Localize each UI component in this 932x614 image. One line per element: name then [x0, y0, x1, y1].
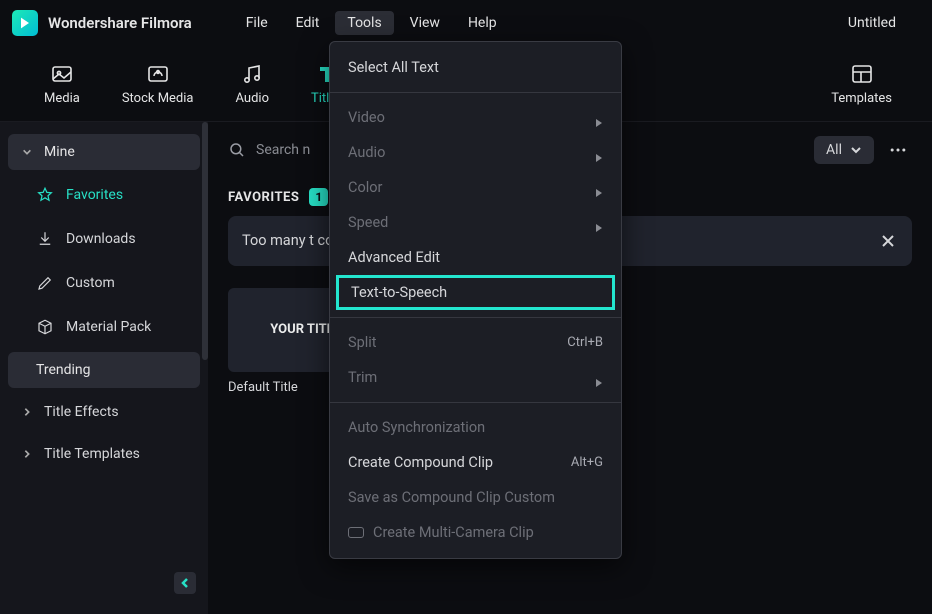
filmora-logo-icon	[17, 15, 33, 31]
sidebar-material-pack-label: Material Pack	[66, 319, 151, 335]
sidebar-title-effects-label: Title Effects	[44, 404, 119, 420]
collapse-sidebar-button[interactable]	[174, 572, 196, 594]
tab-audio[interactable]: Audio	[236, 62, 269, 106]
templates-icon	[850, 62, 874, 86]
menu-auto-sync-label: Auto Synchronization	[348, 419, 485, 436]
tools-dropdown: Select All Text Video Audio Color Speed …	[329, 41, 622, 559]
tab-media-label: Media	[44, 91, 80, 106]
menu-text-to-speech[interactable]: Text-to-Speech	[336, 275, 615, 310]
pencil-icon	[36, 274, 54, 292]
submenu-arrow-icon	[595, 114, 603, 122]
sidebar-custom-label: Custom	[66, 275, 115, 291]
more-horizontal-icon	[888, 140, 908, 160]
menu-text-to-speech-label: Text-to-Speech	[351, 284, 447, 301]
sidebar-item-custom[interactable]: Custom	[8, 264, 200, 302]
menu-separator	[330, 402, 621, 403]
sidebar-item-trending[interactable]: Trending	[8, 352, 200, 388]
media-icon	[50, 62, 74, 86]
menu-select-all-text-label: Select All Text	[348, 59, 439, 76]
sidebar-item-title-templates[interactable]: Title Templates	[8, 436, 200, 472]
audio-icon	[240, 62, 264, 86]
multicamera-icon	[348, 527, 364, 538]
chevron-down-icon	[22, 147, 32, 157]
search-icon	[228, 141, 246, 159]
sidebar-trending-label: Trending	[36, 362, 91, 378]
menu-auto-sync[interactable]: Auto Synchronization	[330, 410, 621, 445]
brand-name: Wondershare Filmora	[48, 14, 192, 32]
sidebar-item-title-effects[interactable]: Title Effects	[8, 394, 200, 430]
star-icon	[36, 186, 54, 204]
download-icon	[36, 230, 54, 248]
close-icon	[880, 233, 896, 249]
favorites-count-badge: 1	[309, 188, 328, 206]
menu-create-compound-shortcut: Alt+G	[571, 455, 603, 470]
menu-trim[interactable]: Trim	[330, 360, 621, 395]
sidebar-item-downloads[interactable]: Downloads	[8, 220, 200, 258]
app-logo	[12, 10, 38, 36]
sidebar-title-templates-label: Title Templates	[44, 446, 140, 462]
tip-close-button[interactable]	[878, 231, 898, 251]
submenu-arrow-icon	[595, 374, 603, 382]
sidebar-item-favorites[interactable]: Favorites	[8, 176, 200, 214]
chevron-right-icon	[22, 449, 32, 459]
submenu-arrow-icon	[595, 219, 603, 227]
sidebar-item-material-pack[interactable]: Material Pack	[8, 308, 200, 346]
menu-color[interactable]: Color	[330, 170, 621, 205]
menu-save-compound-label: Save as Compound Clip Custom	[348, 489, 555, 506]
tab-stock-media[interactable]: Stock Media	[122, 62, 194, 106]
menu-help[interactable]: Help	[456, 11, 509, 35]
menu-split-shortcut: Ctrl+B	[567, 335, 603, 350]
submenu-arrow-icon	[595, 184, 603, 192]
menu-save-compound[interactable]: Save as Compound Clip Custom	[330, 480, 621, 515]
tab-stock-media-label: Stock Media	[122, 91, 194, 106]
menu-separator	[330, 92, 621, 93]
chevron-right-icon	[22, 407, 32, 417]
menu-video[interactable]: Video	[330, 100, 621, 135]
sidebar-favorites-label: Favorites	[66, 187, 123, 203]
menu-split-label: Split	[348, 334, 377, 351]
menu-create-compound[interactable]: Create Compound Clip Alt+G	[330, 445, 621, 480]
submenu-arrow-icon	[595, 149, 603, 157]
sidebar-mine-label: Mine	[44, 144, 75, 160]
menu-items: File Edit Tools View Help	[234, 11, 509, 35]
tab-audio-label: Audio	[236, 91, 269, 106]
tab-templates[interactable]: Templates	[831, 62, 892, 106]
menu-advanced-edit-label: Advanced Edit	[348, 249, 440, 266]
sidebar: Mine Favorites Downloads Custom Material…	[0, 122, 208, 614]
menu-speed-label: Speed	[348, 214, 388, 231]
menu-bar: Wondershare Filmora File Edit Tools View…	[0, 0, 932, 46]
menu-multicamera[interactable]: Create Multi-Camera Clip	[330, 515, 621, 550]
menu-select-all-text[interactable]: Select All Text	[330, 50, 621, 85]
menu-color-label: Color	[348, 179, 382, 196]
menu-speed[interactable]: Speed	[330, 205, 621, 240]
menu-tools[interactable]: Tools	[335, 11, 393, 35]
tab-templates-label: Templates	[831, 91, 892, 106]
favorites-title: FAVORITES	[228, 190, 299, 205]
package-icon	[36, 318, 54, 336]
document-title: Untitled	[848, 15, 896, 31]
menu-create-compound-label: Create Compound Clip	[348, 454, 493, 471]
menu-trim-label: Trim	[348, 369, 377, 386]
menu-split[interactable]: Split Ctrl+B	[330, 325, 621, 360]
more-button[interactable]	[884, 136, 912, 164]
menu-edit[interactable]: Edit	[284, 11, 332, 35]
sidebar-item-mine[interactable]: Mine	[8, 134, 200, 170]
menu-multicamera-label: Create Multi-Camera Clip	[373, 524, 534, 541]
menu-view[interactable]: View	[398, 11, 452, 35]
filter-label: All	[826, 142, 842, 158]
menu-video-label: Video	[348, 109, 385, 126]
menu-advanced-edit[interactable]: Advanced Edit	[330, 240, 621, 275]
menu-audio-label: Audio	[348, 144, 385, 161]
stock-media-icon	[146, 62, 170, 86]
filter-dropdown[interactable]: All	[814, 136, 874, 164]
tab-media[interactable]: Media	[44, 62, 80, 106]
menu-separator	[330, 317, 621, 318]
menu-audio[interactable]: Audio	[330, 135, 621, 170]
sidebar-downloads-label: Downloads	[66, 231, 136, 247]
menu-file[interactable]: File	[234, 11, 280, 35]
chevron-down-icon	[850, 144, 862, 156]
